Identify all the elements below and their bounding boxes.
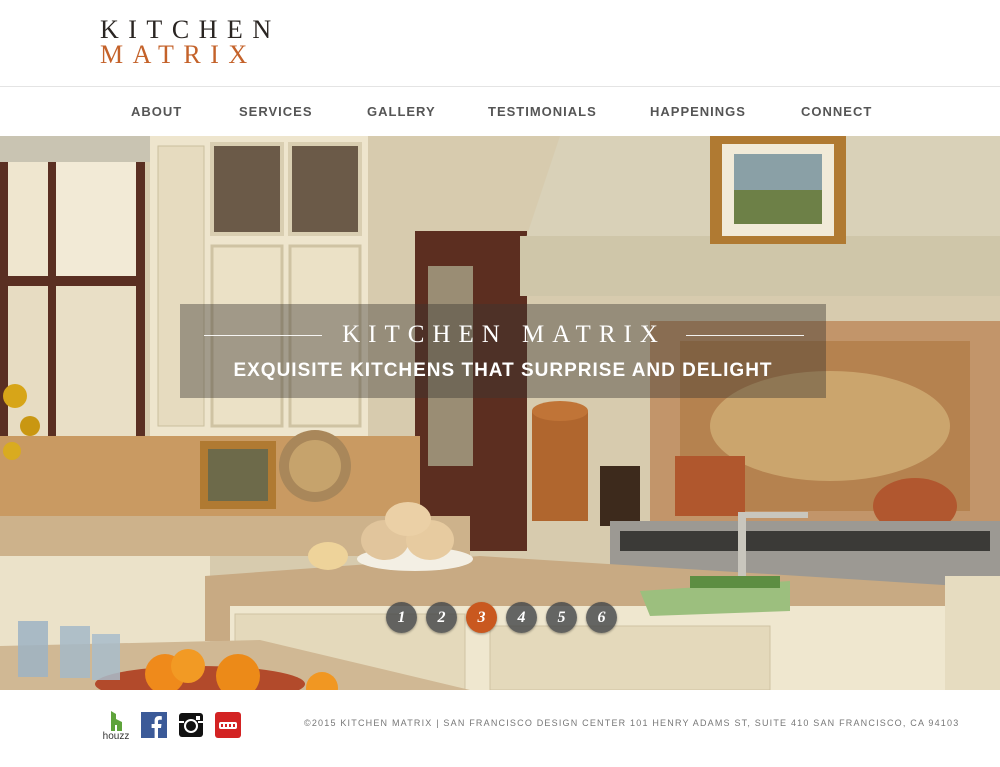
yelp-glyph xyxy=(219,722,237,729)
slide-dot-4[interactable]: 4 xyxy=(506,602,537,633)
nav-gallery[interactable]: GALLERY xyxy=(367,104,436,119)
houzz-logo-mark xyxy=(111,711,122,731)
nav-testimonials[interactable]: TESTIMONIALS xyxy=(488,104,597,119)
nav-services[interactable]: SERVICES xyxy=(239,104,313,119)
facebook-icon[interactable] xyxy=(141,712,167,738)
site-footer: houzz ©2015 KITCHEN MATRIX | SAN FRANCIS… xyxy=(0,690,1000,767)
instagram-icon[interactable] xyxy=(178,712,204,738)
nav-happenings[interactable]: HAPPENINGS xyxy=(650,104,746,119)
hero-title-group: KITCHEN MATRIX xyxy=(204,322,804,348)
hero-subtitle: EXQUISITE KITCHENS THAT SURPRISE AND DEL… xyxy=(233,360,773,381)
slide-dot-3[interactable]: 3 xyxy=(466,602,497,633)
hero-title: KITCHEN MATRIX xyxy=(342,321,666,348)
footer-copyright: ©2015 KITCHEN MATRIX | SAN FRANCISCO DES… xyxy=(304,718,960,728)
hero-kitchen-image xyxy=(0,136,1000,690)
logo-word-kitchen: KITCHEN xyxy=(100,15,281,44)
yelp-icon[interactable] xyxy=(215,712,241,738)
facebook-glyph xyxy=(151,716,162,738)
slide-dot-6[interactable]: 6 xyxy=(586,602,617,633)
logo-word-matrix: MATRIX xyxy=(100,40,257,69)
instagram-glyph xyxy=(179,713,203,737)
slide-dot-5[interactable]: 5 xyxy=(546,602,577,633)
houzz-label: houzz xyxy=(102,731,130,742)
houzz-icon[interactable]: houzz xyxy=(100,711,132,742)
site-logo[interactable]: KITCHEN MATRIX xyxy=(100,15,281,69)
slide-dot-2[interactable]: 2 xyxy=(426,602,457,633)
nav-connect[interactable]: CONNECT xyxy=(801,104,872,119)
slide-dot-1[interactable]: 1 xyxy=(386,602,417,633)
nav-about[interactable]: ABOUT xyxy=(131,104,182,119)
main-nav: ABOUT SERVICES GALLERY TESTIMONIALS HAPP… xyxy=(0,86,1000,136)
hero-slideshow: KITCHEN MATRIX EXQUISITE KITCHENS THAT S… xyxy=(0,136,1000,690)
hero-banner: KITCHEN MATRIX EXQUISITE KITCHENS THAT S… xyxy=(180,304,826,398)
site-header: KITCHEN MATRIX xyxy=(0,0,1000,86)
